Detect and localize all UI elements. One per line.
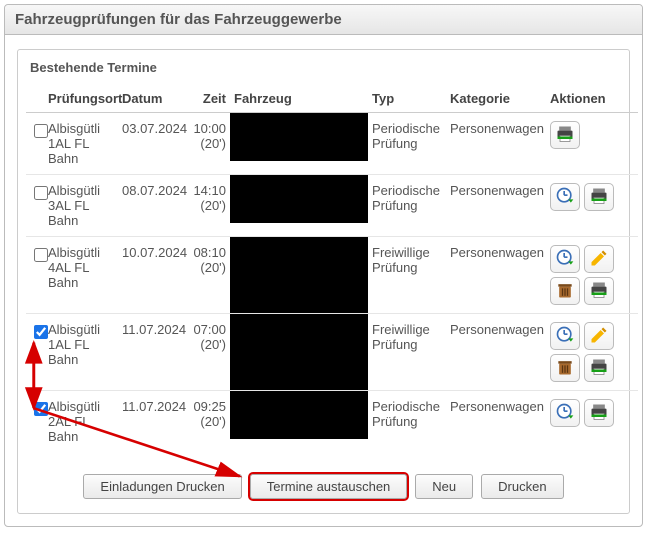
print-icon	[589, 280, 609, 303]
clock-reschedule-icon-button[interactable]	[550, 399, 580, 427]
pencil-icon	[589, 248, 609, 271]
row-checkbox[interactable]	[34, 325, 48, 339]
page-title: Fahrzeugprüfungen für das Fahrzeuggewerb…	[5, 5, 642, 35]
cell-typ: Periodische Prüfung	[368, 113, 446, 175]
cell-fahrzeug	[230, 175, 368, 237]
print-icon	[589, 186, 609, 209]
col-aktionen: Aktionen	[546, 85, 638, 113]
clock-reschedule-icon	[555, 248, 575, 271]
clock-reschedule-icon	[555, 325, 575, 348]
print-icon	[589, 357, 609, 380]
cell-typ: Periodische Prüfung	[368, 391, 446, 453]
cell-datum: 10.07.2024	[118, 237, 188, 314]
cell-kategorie: Personenwagen	[446, 391, 546, 453]
table-row: Albisgütli 4AL FL Bahn10.07.202408:10(20…	[26, 237, 638, 314]
cell-datum: 11.07.2024	[118, 391, 188, 453]
section-title: Bestehende Termine	[26, 60, 621, 85]
cell-fahrzeug	[230, 314, 368, 391]
cell-zeit: 08:10(20')	[188, 237, 230, 314]
clock-reschedule-icon	[555, 402, 575, 425]
pencil-icon	[589, 325, 609, 348]
cell-zeit: 07:00(20')	[188, 314, 230, 391]
cell-kategorie: Personenwagen	[446, 175, 546, 237]
einladungen-drucken-button[interactable]: Einladungen Drucken	[83, 474, 241, 499]
print-icon-button[interactable]	[584, 183, 614, 211]
col-check	[26, 85, 44, 113]
clock-reschedule-icon-button[interactable]	[550, 322, 580, 350]
col-ort: Prüfungsort	[44, 85, 118, 113]
cell-typ: Periodische Prüfung	[368, 175, 446, 237]
print-icon	[555, 124, 575, 147]
print-icon-button[interactable]	[550, 121, 580, 149]
cell-ort: Albisgütli 4AL FL Bahn	[44, 237, 118, 314]
cell-zeit: 09:25(20')	[188, 391, 230, 453]
cell-aktionen	[546, 175, 638, 237]
cell-aktionen	[546, 237, 638, 314]
cell-kategorie: Personenwagen	[446, 237, 546, 314]
appointments-table: Prüfungsort Datum Zeit Fahrzeug Typ Kate…	[26, 85, 638, 452]
cell-fahrzeug	[230, 237, 368, 314]
row-checkbox[interactable]	[34, 248, 48, 262]
pencil-icon-button[interactable]	[584, 245, 614, 273]
table-header-row: Prüfungsort Datum Zeit Fahrzeug Typ Kate…	[26, 85, 638, 113]
col-kategorie: Kategorie	[446, 85, 546, 113]
cell-ort: Albisgütli 2AL FL Bahn	[44, 391, 118, 453]
cell-typ: Freiwillige Prüfung	[368, 237, 446, 314]
cell-aktionen	[546, 391, 638, 453]
col-fahrzeug: Fahrzeug	[230, 85, 368, 113]
col-zeit: Zeit	[188, 85, 230, 113]
main-panel: Fahrzeugprüfungen für das Fahrzeuggewerb…	[4, 4, 643, 527]
print-icon-button[interactable]	[584, 399, 614, 427]
row-checkbox[interactable]	[34, 186, 48, 200]
trash-icon-button[interactable]	[550, 277, 580, 305]
panel-body: Bestehende Termine Prüfungsort Datum Zei…	[5, 35, 642, 526]
cell-aktionen	[546, 314, 638, 391]
cell-kategorie: Personenwagen	[446, 314, 546, 391]
print-icon-button[interactable]	[584, 354, 614, 382]
button-row: Einladungen Drucken Termine austauschen …	[26, 474, 621, 499]
col-datum: Datum	[118, 85, 188, 113]
cell-aktionen	[546, 113, 638, 175]
appointments-section: Bestehende Termine Prüfungsort Datum Zei…	[17, 49, 630, 514]
table-row: Albisgütli 3AL FL Bahn08.07.202414:10(20…	[26, 175, 638, 237]
print-icon	[589, 402, 609, 425]
neu-button[interactable]: Neu	[415, 474, 473, 499]
cell-datum: 11.07.2024	[118, 314, 188, 391]
table-row: Albisgütli 2AL FL Bahn11.07.202409:25(20…	[26, 391, 638, 453]
cell-zeit: 10:00(20')	[188, 113, 230, 175]
table-row: Albisgütli 1AL FL Bahn11.07.202407:00(20…	[26, 314, 638, 391]
clock-reschedule-icon	[555, 186, 575, 209]
cell-typ: Freiwillige Prüfung	[368, 314, 446, 391]
trash-icon	[555, 280, 575, 303]
clock-reschedule-icon-button[interactable]	[550, 183, 580, 211]
pencil-icon-button[interactable]	[584, 322, 614, 350]
cell-fahrzeug	[230, 391, 368, 453]
row-checkbox[interactable]	[34, 402, 48, 416]
trash-icon	[555, 357, 575, 380]
row-checkbox[interactable]	[34, 124, 48, 138]
col-typ: Typ	[368, 85, 446, 113]
table-row: Albisgütli 1AL FL Bahn03.07.202410:00(20…	[26, 113, 638, 175]
drucken-button[interactable]: Drucken	[481, 474, 563, 499]
cell-ort: Albisgütli 3AL FL Bahn	[44, 175, 118, 237]
cell-kategorie: Personenwagen	[446, 113, 546, 175]
clock-reschedule-icon-button[interactable]	[550, 245, 580, 273]
print-icon-button[interactable]	[584, 277, 614, 305]
cell-ort: Albisgütli 1AL FL Bahn	[44, 113, 118, 175]
cell-zeit: 14:10(20')	[188, 175, 230, 237]
cell-datum: 03.07.2024	[118, 113, 188, 175]
termine-austauschen-button[interactable]: Termine austauschen	[250, 474, 408, 499]
cell-ort: Albisgütli 1AL FL Bahn	[44, 314, 118, 391]
cell-fahrzeug	[230, 113, 368, 175]
cell-datum: 08.07.2024	[118, 175, 188, 237]
trash-icon-button[interactable]	[550, 354, 580, 382]
